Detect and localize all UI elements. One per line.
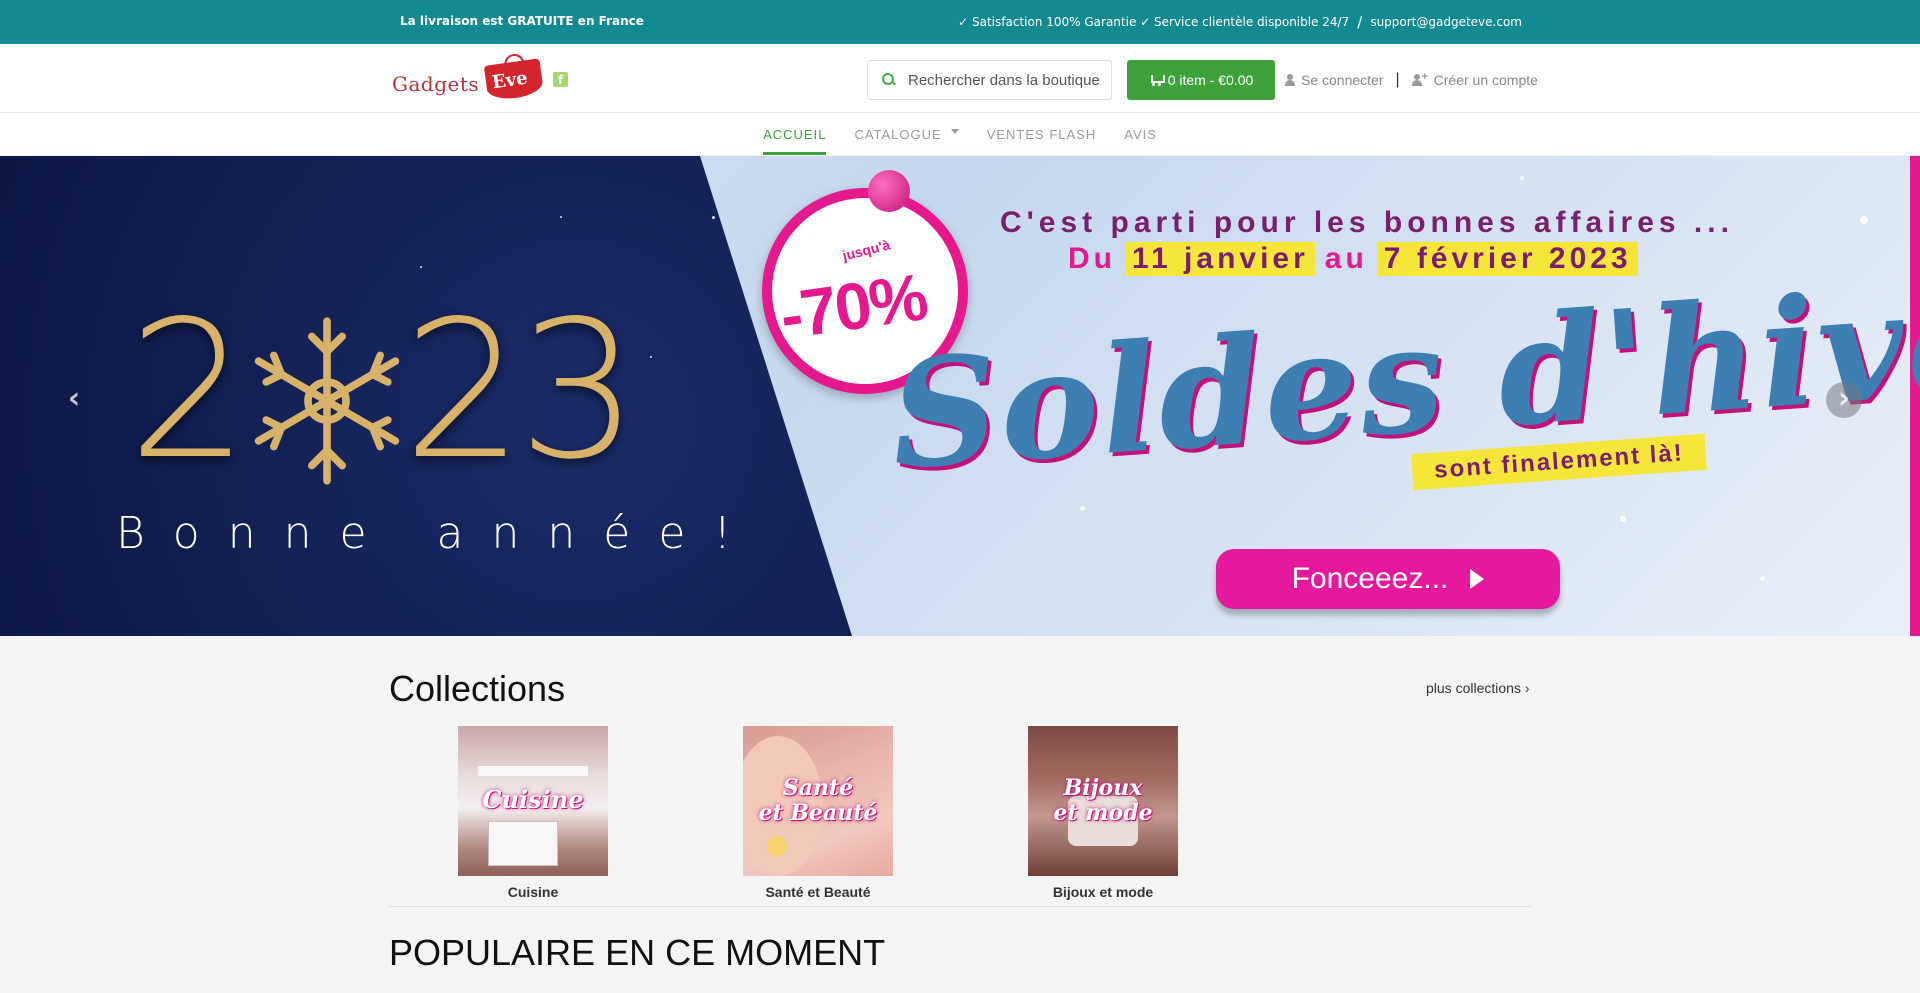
collection-image-label: Bijoux et mode — [1028, 775, 1178, 827]
main-nav: ACCUEIL CATALOGUE VENTES FLASH AVIS — [0, 113, 1920, 155]
collection-image-label: Cuisine — [482, 785, 584, 814]
collection-image-label-line2: et Beauté — [758, 800, 878, 827]
year-left: 2 — [128, 280, 249, 501]
more-collections-link[interactable]: plus collections › — [1426, 680, 1530, 696]
dates-au: au — [1324, 242, 1368, 275]
badge-upto: jusqu'à — [840, 236, 892, 264]
guarantee-text: ✓ Satisfaction 100% Garantie ✓ Service c… — [958, 15, 1350, 29]
cart-icon — [1149, 74, 1165, 86]
collection-caption[interactable]: Cuisine — [458, 884, 608, 900]
snow-dot — [1080, 506, 1085, 511]
collection-image-label-line1: Bijoux — [1063, 775, 1143, 801]
sale-headline: C'est parti pour les bonnes affaires ... — [1000, 206, 1734, 239]
facebook-icon[interactable]: f — [553, 72, 568, 87]
snow-dot — [420, 266, 422, 268]
snow-dot — [650, 356, 652, 358]
collection-tile-cuisine[interactable]: Cuisine Cuisine — [458, 726, 608, 900]
support-email-link[interactable]: support@gadgeteve.com — [1370, 15, 1522, 29]
cart-label: 0 item - €0.00 — [1167, 72, 1254, 88]
dates-start: 11 janvier — [1126, 242, 1315, 276]
nav-item-ventes-flash[interactable]: VENTES FLASH — [987, 113, 1097, 155]
collection-caption[interactable]: Bijoux et mode — [1028, 884, 1178, 900]
snow-dot — [712, 216, 715, 219]
fonceeez-button[interactable]: Fonceeez... — [1216, 549, 1560, 609]
collection-image-label-line2: et mode — [1053, 800, 1153, 827]
pushpin-icon — [868, 170, 910, 212]
account-separator: | — [1395, 71, 1400, 88]
site-header: Gadgets D Eve f 0 item - €0.00 Se connec… — [0, 44, 1920, 113]
collection-image-sante[interactable]: Santé et Beauté — [743, 726, 893, 876]
nav-item-label: ACCUEIL — [763, 126, 827, 142]
site-logo[interactable]: Gadgets D Eve — [392, 52, 572, 102]
search-input[interactable] — [908, 71, 1108, 89]
snow-dot — [1520, 176, 1524, 180]
cabinet-shape — [478, 766, 588, 776]
counter-shape — [488, 821, 558, 866]
announcement-bar: La livraison est GRATUITE en France ✓ Sa… — [0, 0, 1920, 44]
hero-banner[interactable]: 2 23 Bonne année! jusqu'à -70% C'est part… — [0, 156, 1920, 636]
collection-tile-sante[interactable]: Santé et Beauté Santé et Beauté — [743, 726, 893, 900]
login-link[interactable]: Se connecter — [1301, 72, 1384, 88]
slider-prev-arrow[interactable]: ‹ — [56, 382, 92, 418]
search-box[interactable] — [867, 60, 1112, 100]
collection-image-bijoux[interactable]: Bijoux et mode — [1028, 726, 1178, 876]
year-right: 23 — [402, 280, 639, 501]
nav-item-catalogue[interactable]: CATALOGUE — [854, 113, 959, 155]
nav-item-avis[interactable]: AVIS — [1124, 113, 1157, 155]
nav-item-label: CATALOGUE — [854, 126, 942, 142]
slider-next-arrow[interactable]: › — [1826, 382, 1862, 418]
snow-dot — [1620, 516, 1626, 522]
collection-image-cuisine[interactable]: Cuisine — [458, 726, 608, 876]
register-link[interactable]: Créer un compte — [1434, 72, 1538, 88]
collection-image-label: Santé et Beauté — [743, 775, 893, 827]
collection-tile-bijoux[interactable]: Bijoux et mode Bijoux et mode — [1028, 726, 1178, 900]
account-links: Se connecter | Créer un compte — [1285, 71, 1538, 89]
collections-title: Collections — [389, 668, 566, 709]
free-shipping-text: La livraison est GRATUITE en France — [400, 14, 644, 28]
collection-image-label-line1: Santé — [782, 775, 854, 801]
caret-down-icon — [950, 128, 959, 134]
dates-du: Du — [1068, 242, 1116, 275]
dates-end: 7 février 2023 — [1377, 242, 1638, 276]
snow-dot — [1760, 576, 1765, 581]
cart-button[interactable]: 0 item - €0.00 — [1127, 60, 1275, 100]
user-plus-icon — [1411, 71, 1428, 86]
sale-dates: Du 11 janvier au 7 février 2023 — [1068, 242, 1638, 276]
snow-dot — [560, 216, 562, 218]
snowflake-icon — [254, 317, 400, 485]
flower-shape — [767, 836, 787, 856]
collection-caption[interactable]: Santé et Beauté — [743, 884, 893, 900]
nav-item-label: AVIS — [1124, 126, 1157, 142]
nav-item-label: VENTES FLASH — [986, 126, 1097, 142]
snow-dot — [1860, 216, 1868, 224]
section-divider — [389, 906, 1531, 907]
nav-item-accueil[interactable]: ACCUEIL — [763, 113, 827, 155]
topbar-right: ✓ Satisfaction 100% Garantie ✓ Service c… — [958, 13, 1522, 31]
search-icon[interactable] — [882, 73, 896, 87]
user-icon — [1285, 74, 1295, 86]
topbar-separator: / — [1357, 13, 1363, 31]
popular-title: POPULAIRE EN CE MOMENT — [389, 932, 886, 973]
fonceeez-label: Fonceeez... — [1291, 562, 1449, 595]
play-icon — [1470, 569, 1485, 589]
bonne-annee-text: Bonne année! — [116, 508, 760, 559]
